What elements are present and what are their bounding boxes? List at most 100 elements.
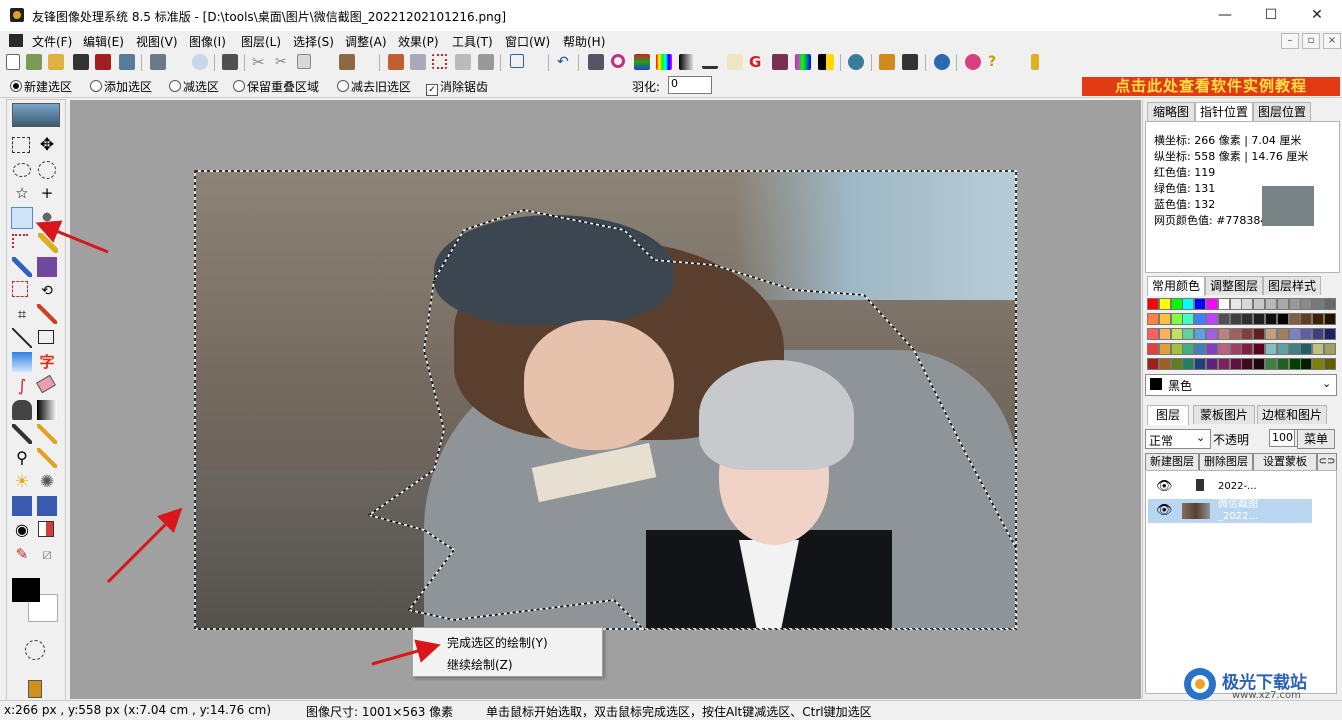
palette-swatch[interactable] bbox=[1182, 313, 1195, 325]
palette-swatch[interactable] bbox=[1241, 298, 1254, 310]
capture-icon[interactable] bbox=[192, 54, 208, 70]
menu-tools[interactable]: 工具(T) bbox=[452, 33, 493, 50]
palette-swatch[interactable] bbox=[1288, 343, 1301, 355]
undo-icon[interactable]: ↶ bbox=[557, 54, 573, 70]
tab-layers[interactable]: 图层 bbox=[1147, 405, 1189, 425]
globe-search-icon[interactable] bbox=[848, 54, 864, 70]
menu-image[interactable]: 图像(I) bbox=[189, 33, 226, 50]
palette-swatch[interactable] bbox=[1265, 328, 1277, 340]
darken-icon[interactable]: ✺ bbox=[37, 472, 57, 492]
palette-swatch[interactable] bbox=[1276, 343, 1289, 355]
set-mask-button[interactable]: 设置蒙板 bbox=[1253, 453, 1317, 471]
palette-swatch[interactable] bbox=[1194, 343, 1207, 355]
palette-swatch[interactable] bbox=[1300, 298, 1313, 310]
palette-swatch[interactable] bbox=[1217, 328, 1230, 340]
palette-swatch[interactable] bbox=[1265, 358, 1277, 370]
menu-adjust[interactable]: 调整(A) bbox=[345, 33, 387, 50]
text-tool-icon[interactable]: 字 bbox=[37, 352, 57, 372]
palette-swatch[interactable] bbox=[1300, 328, 1313, 340]
help-icon[interactable]: ? bbox=[988, 54, 1004, 70]
mirror-icon[interactable] bbox=[38, 521, 54, 537]
plugin-icon[interactable] bbox=[965, 54, 981, 70]
script-icon[interactable] bbox=[28, 680, 42, 698]
close-button[interactable]: ✕ bbox=[1294, 0, 1340, 31]
lasso-polygon-icon[interactable] bbox=[11, 207, 33, 229]
crop-icon[interactable] bbox=[388, 54, 404, 70]
delete-layer-button[interactable]: 删除图层 bbox=[1199, 453, 1253, 471]
gradient-icon[interactable] bbox=[679, 54, 695, 70]
palette-swatch[interactable] bbox=[1147, 313, 1159, 325]
mdi-restore-button[interactable]: ▫ bbox=[1302, 33, 1320, 49]
palette-swatch[interactable] bbox=[1300, 343, 1313, 355]
repair-icon[interactable]: ✎ bbox=[12, 544, 32, 564]
new-selection-option[interactable]: 新建选区 bbox=[10, 78, 72, 95]
fill-bucket-icon[interactable] bbox=[12, 400, 32, 420]
copy-icon[interactable] bbox=[297, 54, 311, 69]
palette-swatch[interactable] bbox=[1147, 343, 1159, 355]
palette-swatch[interactable] bbox=[1217, 358, 1230, 370]
new-file-icon[interactable] bbox=[6, 54, 20, 70]
save-as-icon[interactable] bbox=[95, 54, 111, 70]
palette-swatch[interactable] bbox=[1253, 328, 1266, 340]
palette-swatch[interactable] bbox=[1147, 358, 1159, 370]
palette-swatch[interactable] bbox=[1312, 358, 1325, 370]
palette-swatch[interactable] bbox=[1265, 298, 1277, 310]
palette-swatch[interactable] bbox=[1147, 328, 1159, 340]
palette-swatch[interactable] bbox=[1324, 313, 1336, 325]
palette-swatch[interactable] bbox=[1158, 313, 1171, 325]
mdi-minimize-button[interactable]: – bbox=[1281, 33, 1299, 49]
crop-tool-icon[interactable]: ⌗ bbox=[12, 304, 32, 324]
pencil-icon[interactable] bbox=[37, 304, 57, 324]
palette-swatch[interactable] bbox=[1276, 298, 1289, 310]
palette-swatch[interactable] bbox=[1206, 313, 1218, 325]
palette-swatch[interactable] bbox=[1182, 328, 1195, 340]
menu-effects[interactable]: 效果(P) bbox=[398, 33, 439, 50]
paper-icon[interactable] bbox=[727, 54, 743, 70]
palette-swatch[interactable] bbox=[1265, 313, 1277, 325]
menu-layer[interactable]: 图层(L) bbox=[241, 33, 281, 50]
palette-swatch[interactable] bbox=[1206, 328, 1218, 340]
path-select-icon[interactable] bbox=[12, 234, 28, 248]
palette-swatch[interactable] bbox=[1300, 313, 1313, 325]
pen-icon[interactable] bbox=[37, 424, 57, 444]
palette-swatch[interactable] bbox=[1265, 343, 1277, 355]
palette-swatch[interactable] bbox=[1229, 328, 1242, 340]
highlighter-icon[interactable] bbox=[37, 448, 57, 468]
palette-swatch[interactable] bbox=[1312, 343, 1325, 355]
palette-swatch[interactable] bbox=[1276, 358, 1289, 370]
ellipse-select-icon[interactable] bbox=[13, 163, 31, 177]
minimize-button[interactable]: — bbox=[1202, 0, 1248, 31]
levels-icon[interactable] bbox=[702, 54, 718, 69]
eyedropper-icon[interactable] bbox=[12, 424, 32, 444]
g-icon[interactable]: G bbox=[749, 54, 765, 70]
copy-selection-icon[interactable] bbox=[455, 54, 471, 70]
filter-icon[interactable] bbox=[588, 54, 604, 70]
palette-swatch[interactable] bbox=[1170, 328, 1183, 340]
open-image-icon[interactable] bbox=[26, 54, 42, 70]
cut-icon-2[interactable]: ✂ bbox=[275, 54, 291, 70]
keep-overlap-option[interactable]: 保留重叠区域 bbox=[233, 78, 319, 95]
eye-icon[interactable]: 👁 bbox=[1156, 480, 1173, 494]
channel-icon[interactable] bbox=[795, 54, 811, 70]
menu-edit[interactable]: 编辑(E) bbox=[83, 33, 124, 50]
layer-row[interactable]: 👁 2022-... bbox=[1148, 475, 1312, 499]
palette-swatch[interactable] bbox=[1194, 328, 1207, 340]
palette-swatch[interactable] bbox=[1312, 328, 1325, 340]
palette-swatch[interactable] bbox=[1324, 328, 1336, 340]
rgb-icon[interactable] bbox=[634, 54, 650, 70]
palette-swatch[interactable] bbox=[1241, 343, 1254, 355]
palette-swatch[interactable] bbox=[1229, 358, 1242, 370]
palette-swatch[interactable] bbox=[1276, 328, 1289, 340]
magic-wand-icon[interactable] bbox=[38, 233, 58, 253]
palette-swatch[interactable] bbox=[1241, 313, 1254, 325]
maximize-button[interactable]: ☐ bbox=[1248, 0, 1294, 31]
brush-icon[interactable] bbox=[12, 257, 32, 277]
paste-selection-icon[interactable] bbox=[478, 54, 494, 70]
foreground-color[interactable] bbox=[12, 578, 40, 602]
feather-input[interactable]: 0 bbox=[668, 76, 712, 94]
web-icon[interactable] bbox=[934, 54, 950, 70]
menu-file[interactable]: 文件(F) bbox=[32, 33, 72, 50]
line-icon[interactable] bbox=[12, 328, 32, 348]
palette-swatch[interactable] bbox=[1288, 328, 1301, 340]
palette-swatch[interactable] bbox=[1312, 313, 1325, 325]
